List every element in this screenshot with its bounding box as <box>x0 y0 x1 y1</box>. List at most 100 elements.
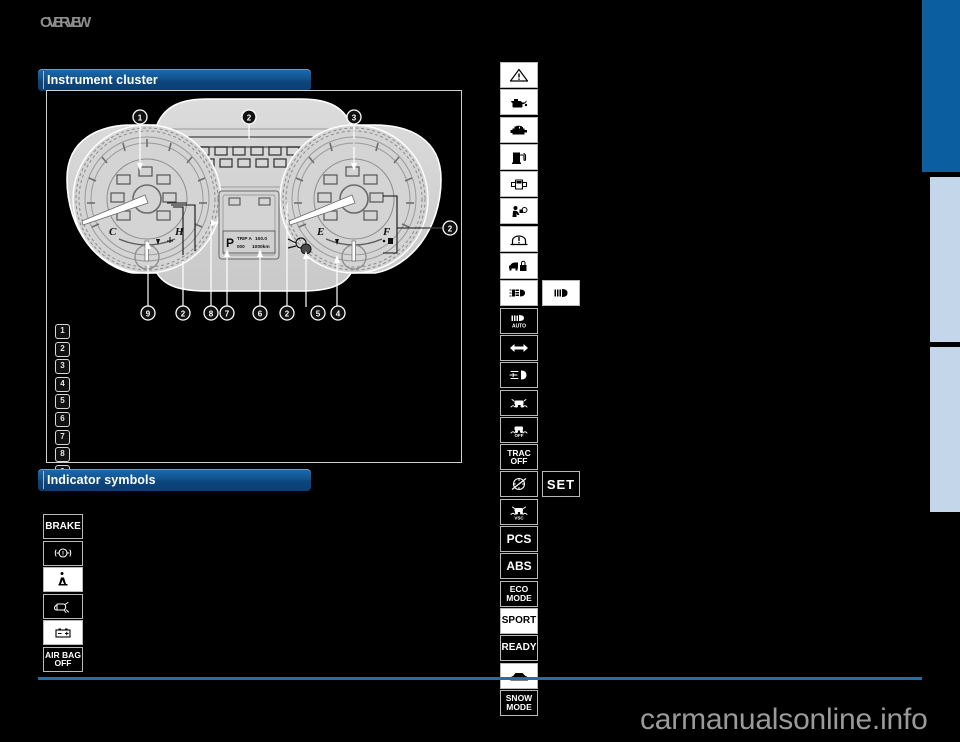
snow-mode-indicator-label: SNOW MODE <box>505 693 533 712</box>
pcs-warning-indicator-label: PCS <box>506 532 532 547</box>
figure-legend-item: 5 <box>55 394 70 410</box>
manual-page: OVERVIEW Instrument cluster C H E F P TR… <box>0 0 960 742</box>
brake-system-text-indicator-label: BRAKE <box>45 520 81 532</box>
indicator-symbol-row <box>500 171 538 198</box>
indicator-symbol-row <box>500 362 538 389</box>
svg-text:VSC: VSC <box>514 515 524 520</box>
indicator-symbol-row: OFF <box>500 416 538 444</box>
index-tab-2[interactable] <box>930 177 960 342</box>
instrument-cluster-figure: C H E F P TRIP A 000 100.0 1000km 1 2 3 … <box>46 90 462 480</box>
indicator-symbol-row <box>500 62 538 89</box>
security-indicator-icon <box>500 253 538 280</box>
indicator-symbol-row <box>500 116 538 144</box>
eco-mode-indicator: ECO MODE <box>500 580 538 607</box>
indicator-symbol-row <box>500 253 538 280</box>
engine-oil-pressure-warning-icon <box>43 593 83 619</box>
indicator-symbol-row <box>500 334 538 362</box>
indicator-symbol-row: SPORT <box>500 607 538 635</box>
svg-text:OFF: OFF <box>515 433 524 438</box>
svg-text:2: 2 <box>247 114 252 123</box>
indicator-symbol-row <box>500 225 538 253</box>
section-header-tick <box>43 471 44 489</box>
instrument-cluster-illustration: C H E F P TRIP A 000 100.0 1000km 1 2 3 … <box>66 98 458 321</box>
index-tab-3[interactable] <box>930 347 960 512</box>
svg-text:9: 9 <box>146 310 151 319</box>
engine-malfunction-icon <box>500 116 538 143</box>
indicator-symbol-column-left: BRAKE ! AIR BAG OFF <box>43 514 83 673</box>
eco-mode-indicator-label: ECO MODE <box>506 584 532 603</box>
svg-text:1000km: 1000km <box>252 244 270 250</box>
section-header-tick <box>43 71 44 89</box>
figure-legend-item: 8 <box>55 447 70 463</box>
index-tab-active[interactable] <box>922 0 960 172</box>
section-header-instrument-cluster: Instrument cluster <box>38 69 311 91</box>
indicator-symbol-row: SET <box>500 471 580 498</box>
indicator-symbol-column-right: AUTO OFF TRAC OFF SET VSC PCS ABS ECO MODE SP… <box>500 62 580 717</box>
vsc-off-indicator-icon: OFF <box>500 416 538 443</box>
svg-text:AUTO: AUTO <box>512 323 526 329</box>
sport-mode-indicator: SPORT <box>500 607 538 634</box>
indicator-symbol-row: ABS <box>500 553 538 580</box>
svg-text:100.0: 100.0 <box>255 236 267 242</box>
indicator-symbol-row: AUTO <box>500 307 538 335</box>
slip-indicator-icon <box>500 389 538 416</box>
ready-indicator-label: READY <box>501 642 537 654</box>
indicator-symbol-row: PCS <box>500 526 538 553</box>
svg-text:P: P <box>226 236 234 250</box>
headlight-high-beam-icon <box>542 280 580 307</box>
pcs-warning-indicator: PCS <box>500 526 538 553</box>
svg-text:6: 6 <box>258 310 263 319</box>
svg-text:1: 1 <box>138 114 143 123</box>
cruise-set-indicator: SET <box>542 471 580 498</box>
svg-text:7: 7 <box>225 310 230 319</box>
svg-text:2: 2 <box>448 225 453 234</box>
master-warning-triangle-icon <box>500 62 538 88</box>
abs-warning-indicator: ABS <box>500 553 538 580</box>
tail-light-indicator-icon <box>500 280 538 307</box>
indicator-symbol-row: ECO MODE <box>500 580 538 608</box>
svg-text:5: 5 <box>316 310 321 319</box>
low-engine-oil-level-icon <box>500 89 538 116</box>
svg-text:TRIP A: TRIP A <box>237 236 252 241</box>
svg-text:4: 4 <box>336 310 341 319</box>
tire-pressure-warning-icon <box>500 225 538 252</box>
srs-airbag-off-indicator: AIR BAG OFF <box>43 646 83 672</box>
abs-warning-indicator-label: ABS <box>506 559 532 574</box>
indicator-symbol-row <box>500 198 538 225</box>
door-ajar-warning-icon <box>500 171 538 198</box>
snow-mode-indicator: SNOW MODE <box>500 689 538 716</box>
indicator-symbol-row <box>500 143 538 171</box>
figure-legend-item: 4 <box>55 376 70 392</box>
svg-text:2: 2 <box>285 310 290 319</box>
ready-indicator: READY <box>500 635 538 662</box>
brake-system-text-indicator: BRAKE <box>43 514 83 539</box>
svg-text:!: ! <box>62 552 64 558</box>
sport-mode-indicator-label: SPORT <box>501 614 537 626</box>
figure-legend-list: 123456789 <box>55 324 81 482</box>
indicator-symbol-row: VSC <box>500 498 538 526</box>
figure-legend-item: 7 <box>55 429 70 445</box>
indicator-symbol-row <box>500 389 538 417</box>
front-fog-light-icon <box>500 362 538 389</box>
footer-divider <box>38 677 922 680</box>
trac-off-indicator-label: TRAC OFF <box>507 447 531 467</box>
figure-legend-item: 1 <box>55 324 70 339</box>
svg-text:2: 2 <box>181 310 186 319</box>
auto-headlight-indicator-icon: AUTO <box>500 307 538 334</box>
svg-text:F: F <box>382 226 391 238</box>
section-header-label: Instrument cluster <box>47 73 158 87</box>
svg-text:8: 8 <box>209 310 214 319</box>
srs-airbag-off-indicator-label: AIR BAG OFF <box>45 649 81 668</box>
srs-airbag-warning-icon <box>500 198 538 225</box>
indicator-symbol-row: READY <box>500 635 538 662</box>
figure-legend-item: 3 <box>55 359 70 375</box>
svg-text:3: 3 <box>352 114 357 123</box>
page-running-header: OVERVIEW <box>40 14 91 31</box>
section-header-label: Indicator symbols <box>47 473 156 487</box>
cruise-control-icon <box>500 471 538 498</box>
seat-belt-reminder-icon <box>43 567 83 592</box>
brake-warning-icon: ! <box>43 540 83 566</box>
figure-legend-item: 2 <box>55 341 70 357</box>
low-fuel-level-icon <box>500 143 538 170</box>
trac-off-indicator: TRAC OFF <box>500 444 538 471</box>
